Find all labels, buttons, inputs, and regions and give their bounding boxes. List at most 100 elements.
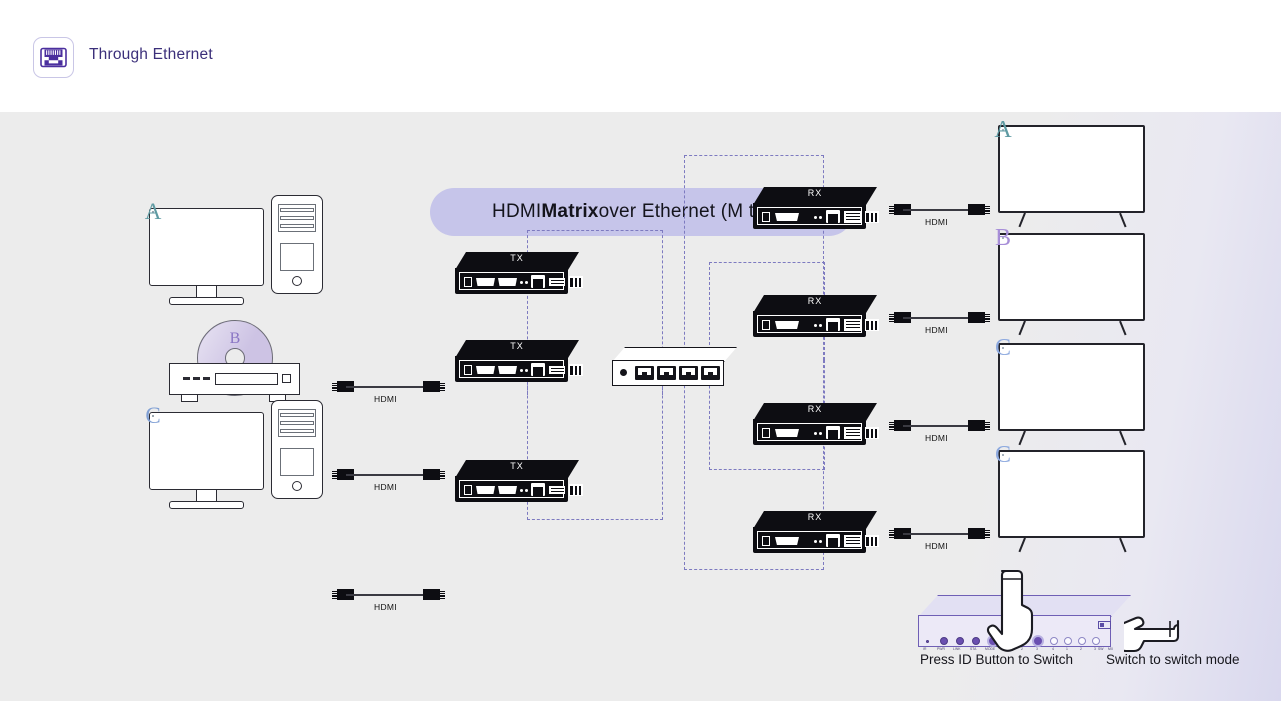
switch-port-4[interactable] xyxy=(701,366,720,380)
player-tray xyxy=(215,373,278,385)
power-port-icon xyxy=(762,212,770,222)
cable-wire xyxy=(346,594,423,596)
tower-power-button xyxy=(292,276,302,286)
tv-screen: A xyxy=(994,117,1011,143)
power-port-icon xyxy=(762,428,770,438)
usb-port-icon xyxy=(844,211,861,223)
screen-letter: B xyxy=(995,224,1012,251)
terminal-block-icon xyxy=(569,276,583,288)
tower-slot xyxy=(280,224,314,228)
screen-letter: A xyxy=(144,199,162,224)
diagram-root: Through Ethernet HDMI Matrix over Ethern… xyxy=(0,0,1281,701)
monitor-base xyxy=(169,501,244,509)
mode-label-sw: SW xyxy=(1098,647,1104,651)
cable-pins xyxy=(440,382,445,391)
usb-port-icon xyxy=(549,366,565,374)
player-indicator xyxy=(193,377,200,380)
terminal-block-icon xyxy=(865,427,879,439)
rj45-port-icon xyxy=(826,318,840,331)
hdmi-port-icon xyxy=(775,429,799,437)
player-indicator xyxy=(183,377,190,380)
hdmi-port-icon xyxy=(476,278,495,286)
switch-port-2[interactable] xyxy=(657,366,676,380)
tower-power-button xyxy=(292,481,302,491)
cable-pins xyxy=(889,421,894,430)
disc-letter: B xyxy=(229,330,241,347)
player-indicator xyxy=(203,377,210,380)
led-link xyxy=(956,637,964,645)
hdmi-connector-right xyxy=(968,420,985,431)
terminal-block-icon xyxy=(569,484,583,496)
hdmi-port-icon xyxy=(775,213,799,221)
tv-screen: C xyxy=(995,335,1011,361)
rj45-port-icon xyxy=(826,210,840,223)
cable-label: HDMI xyxy=(374,602,397,612)
tower-slot xyxy=(280,208,314,212)
tower-panel xyxy=(280,448,314,476)
hdmi-connector-right xyxy=(968,312,985,323)
led-ch-1[interactable] xyxy=(1064,637,1072,645)
tv-screen: C xyxy=(995,442,1011,468)
led-indicator xyxy=(525,369,528,372)
cable-label: HDMI xyxy=(925,217,948,227)
ethernet-port-icon xyxy=(33,37,74,78)
tower-slot xyxy=(280,216,314,220)
diagram-panel: HDMI Matrix over Ethernet (M to N) A HDM… xyxy=(0,112,1281,701)
diagram-title-bold: Matrix xyxy=(541,201,599,222)
hdmi-port-icon xyxy=(476,486,495,494)
led-indicator xyxy=(819,324,822,327)
rj45-port-icon xyxy=(531,363,545,376)
switch-port-1[interactable] xyxy=(635,366,654,380)
led-id-4[interactable] xyxy=(1050,637,1058,645)
led-label-ch1: 1 xyxy=(1066,647,1068,651)
tv-bezel xyxy=(998,125,1145,213)
tower-panel xyxy=(280,243,314,271)
device-port-panel xyxy=(757,423,879,441)
cable-pins xyxy=(985,529,990,538)
led-ch-3[interactable] xyxy=(1092,637,1100,645)
cable-wire xyxy=(903,209,968,211)
tv-bezel xyxy=(998,233,1145,321)
led-indicator xyxy=(819,540,822,543)
led-label-pwr: PWR xyxy=(937,647,945,651)
cable-pins xyxy=(440,470,445,479)
mode-switch[interactable] xyxy=(1098,621,1111,629)
terminal-block-icon xyxy=(865,535,879,547)
power-port-icon xyxy=(464,365,472,375)
power-port-icon xyxy=(464,277,472,287)
page-header: Through Ethernet xyxy=(0,0,1281,112)
device-label: RX xyxy=(807,296,823,306)
hdmi-connector-right xyxy=(968,528,985,539)
device-label: TX xyxy=(510,341,524,351)
tower-slot xyxy=(280,413,314,417)
tv-bezel xyxy=(998,450,1145,538)
device-port-panel xyxy=(459,272,583,290)
caption-switch-mode: Switch to switch mode xyxy=(1106,652,1240,667)
terminal-block-icon xyxy=(865,319,879,331)
screen-letter: C xyxy=(995,334,1012,361)
switch-power-led xyxy=(620,369,627,376)
tv-bezel xyxy=(998,343,1145,431)
screen-letter: A xyxy=(994,116,1012,143)
cable-pins xyxy=(440,590,445,599)
hdmi-port-icon xyxy=(498,366,517,374)
usb-port-icon xyxy=(844,427,861,439)
switch-port-3[interactable] xyxy=(679,366,698,380)
led-label-3: 3 xyxy=(1036,647,1038,651)
player-foot xyxy=(181,395,198,402)
led-label-sta: STA xyxy=(970,647,977,651)
cable-label: HDMI xyxy=(374,394,397,404)
terminal-block-icon xyxy=(569,364,583,376)
power-port-icon xyxy=(762,320,770,330)
led-ch-2[interactable] xyxy=(1078,637,1086,645)
power-port-icon xyxy=(464,485,472,495)
hdmi-port-icon xyxy=(775,321,799,329)
rj45-port-icon xyxy=(826,534,840,547)
device-port-panel xyxy=(757,531,879,549)
device-port-panel xyxy=(459,480,583,498)
cable-label: HDMI xyxy=(925,541,948,551)
cable-pins xyxy=(889,529,894,538)
device-label: RX xyxy=(807,512,823,522)
led-indicator xyxy=(819,432,822,435)
hdmi-port-icon xyxy=(775,537,799,545)
